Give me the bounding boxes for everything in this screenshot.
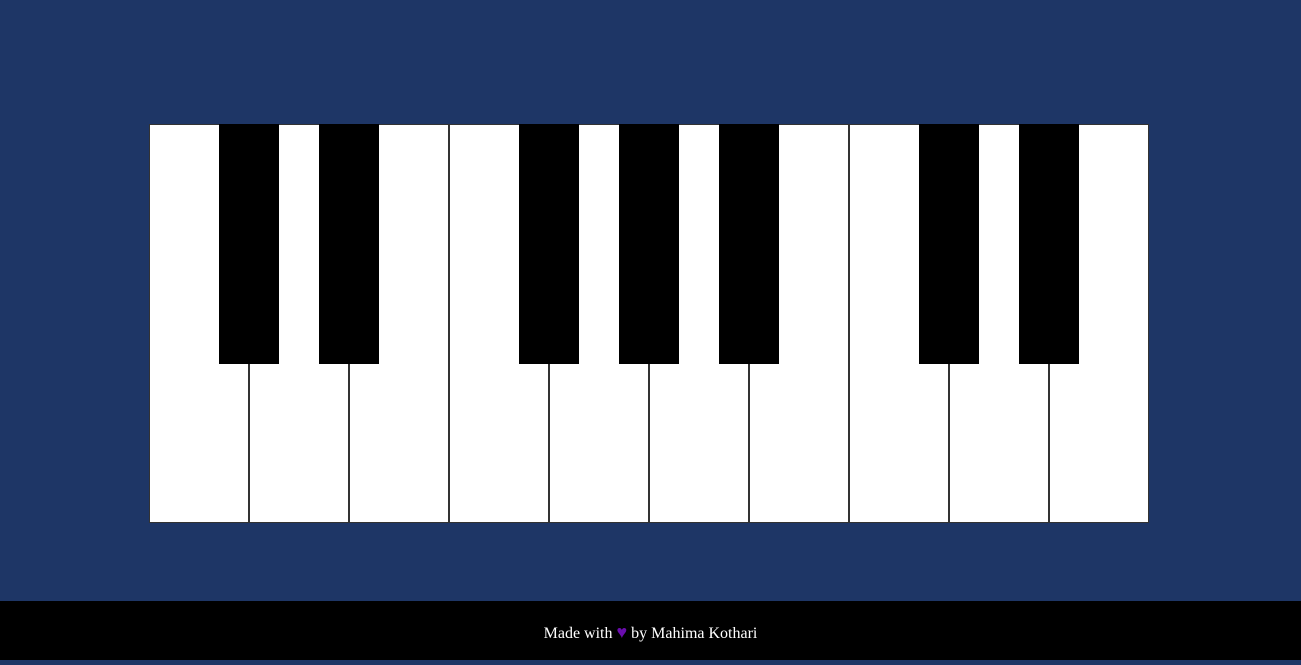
- app-stage: [0, 0, 1301, 601]
- footer-prefix: Made with: [543, 625, 613, 642]
- footer-suffix: by Mahima Kothari: [631, 625, 758, 642]
- black-key-c-sharp[interactable]: [219, 124, 279, 364]
- black-key-f-sharp[interactable]: [519, 124, 579, 364]
- black-key-a-sharp[interactable]: [719, 124, 779, 364]
- piano-keyboard: [149, 124, 1149, 523]
- black-key-d-sharp[interactable]: [319, 124, 379, 364]
- black-key-d2-sharp[interactable]: [1019, 124, 1079, 364]
- black-key-c2-sharp[interactable]: [919, 124, 979, 364]
- black-key-g-sharp[interactable]: [619, 124, 679, 364]
- heart-icon: ♥: [616, 622, 628, 642]
- footer: Made with ♥ by Mahima Kothari: [0, 601, 1301, 660]
